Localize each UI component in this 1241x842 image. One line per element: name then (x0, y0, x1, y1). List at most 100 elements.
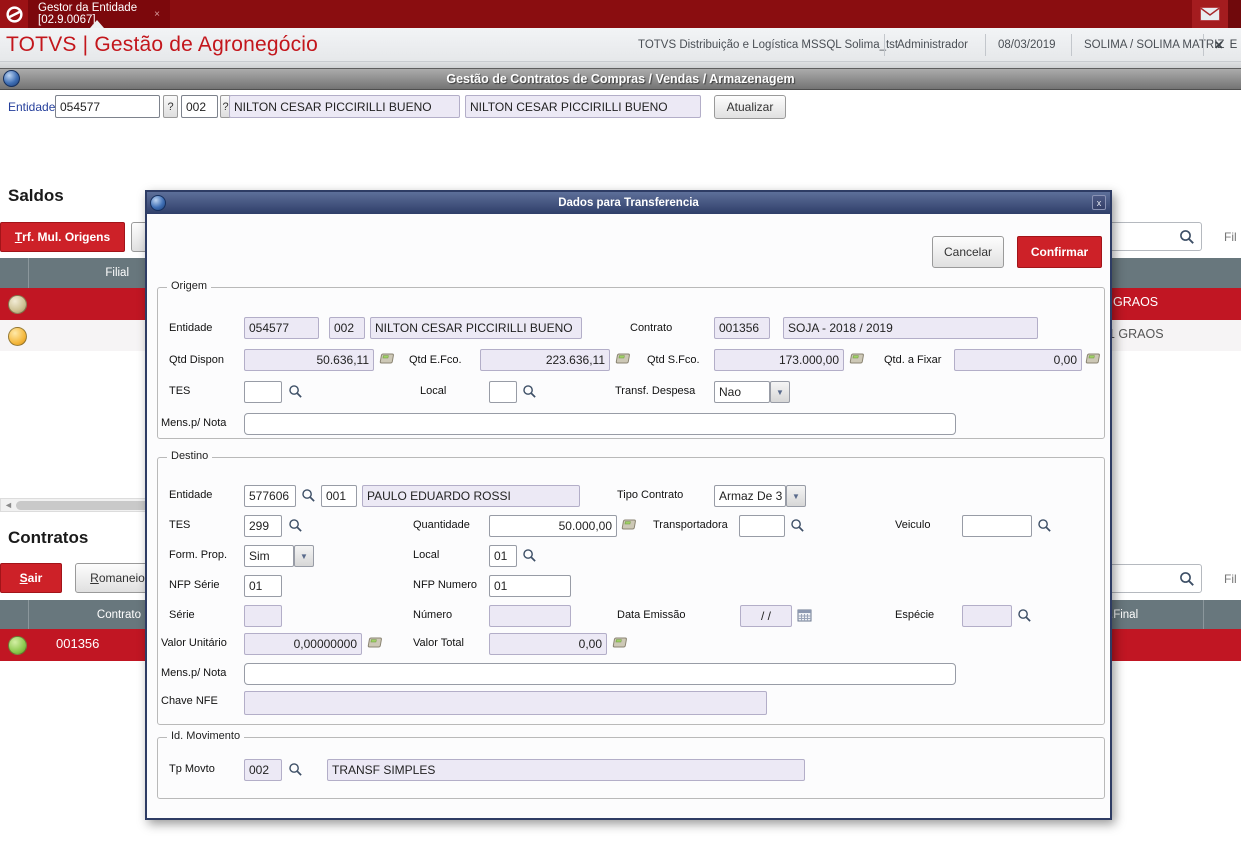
entity-code-input[interactable]: 054577 (55, 95, 160, 118)
transf-despesa-select[interactable]: Nao (714, 381, 770, 403)
dialog-close-button[interactable]: x (1092, 195, 1106, 210)
search-icon[interactable] (301, 488, 316, 503)
dropdown-arrow-icon[interactable]: ▼ (786, 485, 806, 507)
status-circle-icon (8, 295, 27, 314)
cancel-button[interactable]: Cancelar (932, 236, 1004, 268)
confirm-button[interactable]: Confirmar (1017, 236, 1102, 268)
nfp-numero-input[interactable]: 01 (489, 575, 571, 597)
destino-tes-input[interactable]: 299 (244, 515, 282, 537)
contratos-heading: Contratos (8, 528, 89, 547)
destino-entidade-label: Entidade (169, 489, 213, 501)
tipo-contrato-select[interactable]: Armaz De 3 (714, 485, 786, 507)
form-prop-select[interactable]: Sim (244, 545, 294, 567)
transfer-dialog: Dados para Transferencia x Cancelar Conf… (145, 190, 1112, 820)
exit-label: E (1229, 39, 1238, 51)
transportadora-label: Transportadora (653, 519, 728, 531)
sair-button[interactable]: Sair (0, 563, 62, 593)
numero-field[interactable] (489, 605, 571, 627)
origem-contrato-code[interactable]: 001356 (714, 317, 770, 339)
quantidade-input[interactable]: 50.000,00 (489, 515, 617, 537)
dropdown-arrow-icon[interactable]: ▼ (294, 545, 314, 567)
destino-mens-label: Mens.p/ Nota (161, 667, 227, 679)
mail-button[interactable] (1192, 0, 1228, 28)
screen-title: Gestão de Contratos de Compras / Vendas … (446, 72, 795, 86)
saldos-col-filial[interactable]: Filial (29, 267, 129, 279)
calculator-icon[interactable] (612, 636, 628, 649)
destino-loja-input[interactable]: 001 (321, 485, 357, 507)
header-col-divider (1203, 600, 1204, 629)
especie-label: Espécie (895, 609, 935, 621)
destino-tes-label: TES (169, 519, 191, 531)
destino-entidade-input[interactable]: 577606 (244, 485, 296, 507)
tp-movto-code[interactable]: 002 (244, 759, 282, 781)
search-icon (1179, 571, 1195, 587)
qtd-efco-label: Qtd E.Fco. (409, 354, 462, 366)
qtd-dispon-field[interactable]: 50.636,11 (244, 349, 374, 371)
nfp-serie-input[interactable]: 01 (244, 575, 282, 597)
refresh-button[interactable]: Atualizar (714, 95, 786, 119)
tipo-contrato-label: Tipo Contrato (617, 489, 684, 501)
dropdown-arrow-icon[interactable]: ▼ (770, 381, 790, 403)
destino-entidade-nome: PAULO EDUARDO ROSSI (362, 485, 580, 507)
search-icon[interactable] (288, 518, 303, 533)
exit-button[interactable]: ✕ E (1214, 28, 1237, 62)
origem-tes-label: TES (169, 385, 191, 397)
origem-tes-input[interactable] (244, 381, 282, 403)
transportadora-input[interactable] (739, 515, 785, 537)
calculator-icon[interactable] (367, 636, 383, 649)
calculator-icon[interactable] (621, 518, 637, 531)
origem-legend: Origem (167, 280, 212, 292)
origem-mens-label: Mens.p/ Nota (161, 417, 227, 429)
serie-field[interactable] (244, 605, 282, 627)
origem-loja[interactable]: 002 (329, 317, 365, 339)
romaneio-label: omaneio (98, 571, 145, 585)
search-icon[interactable] (522, 384, 537, 399)
tab-close-icon[interactable]: × (154, 9, 160, 20)
dialog-title: Dados para Transferencia (558, 197, 699, 209)
saldos-status-col (0, 258, 29, 288)
header-divider (884, 34, 885, 56)
calendar-icon[interactable] (797, 608, 812, 622)
saldos-row2-product: 1 GRAOS (1108, 327, 1164, 341)
origem-contrato-label: Contrato (630, 322, 673, 334)
search-icon[interactable] (288, 762, 303, 777)
valor-unitario-field[interactable]: 0,00000000 (244, 633, 362, 655)
search-icon[interactable] (288, 384, 303, 399)
calculator-icon[interactable] (849, 352, 865, 365)
origem-entidade-code[interactable]: 054577 (244, 317, 319, 339)
tp-movto-desc: TRANSF SIMPLES (327, 759, 805, 781)
valor-total-field[interactable]: 0,00 (489, 633, 607, 655)
origem-mens-input[interactable] (244, 413, 956, 435)
saldos-filter-label[interactable]: Fil (1224, 230, 1237, 244)
data-emissao-field[interactable]: / / (740, 605, 792, 627)
veiculo-input[interactable] (962, 515, 1032, 537)
status-circle-icon (8, 636, 27, 655)
qtd-sfco-field[interactable]: 173.000,00 (714, 349, 844, 371)
qtd-fixar-field[interactable]: 0,00 (954, 349, 1082, 371)
destino-local-input[interactable]: 01 (489, 545, 517, 567)
qtd-efco-field[interactable]: 223.636,11 (480, 349, 610, 371)
destino-mens-input[interactable] (244, 663, 956, 685)
contratos-col-contrato[interactable]: Contrato (29, 609, 141, 621)
especie-field[interactable] (962, 605, 1012, 627)
chave-nfe-field[interactable] (244, 691, 767, 715)
qtd-dispon-label: Qtd Dispon (169, 354, 225, 366)
saldos-heading: Saldos (8, 186, 64, 205)
entity-help-button[interactable]: ? (163, 95, 178, 118)
calculator-icon[interactable] (1085, 352, 1101, 365)
calculator-icon[interactable] (379, 352, 395, 365)
calculator-icon[interactable] (615, 352, 631, 365)
trf-mul-origens-button[interactable]: Trf. Mul. Origens (0, 222, 125, 252)
contratos-col-final[interactable]: .Final (1110, 609, 1138, 621)
search-icon[interactable] (522, 548, 537, 563)
origem-local-input[interactable] (489, 381, 517, 403)
search-icon[interactable] (790, 518, 805, 533)
totvs-logo-icon (5, 5, 24, 24)
scroll-left-icon[interactable]: ◄ (1, 500, 16, 510)
store-code-input[interactable]: 002 (181, 95, 218, 118)
search-icon[interactable] (1037, 518, 1052, 533)
contratos-filter-label[interactable]: Fil (1224, 572, 1237, 586)
header-date: 08/03/2019 (998, 39, 1056, 51)
search-icon[interactable] (1017, 608, 1032, 623)
chave-nfe-label: Chave NFE (161, 695, 218, 707)
